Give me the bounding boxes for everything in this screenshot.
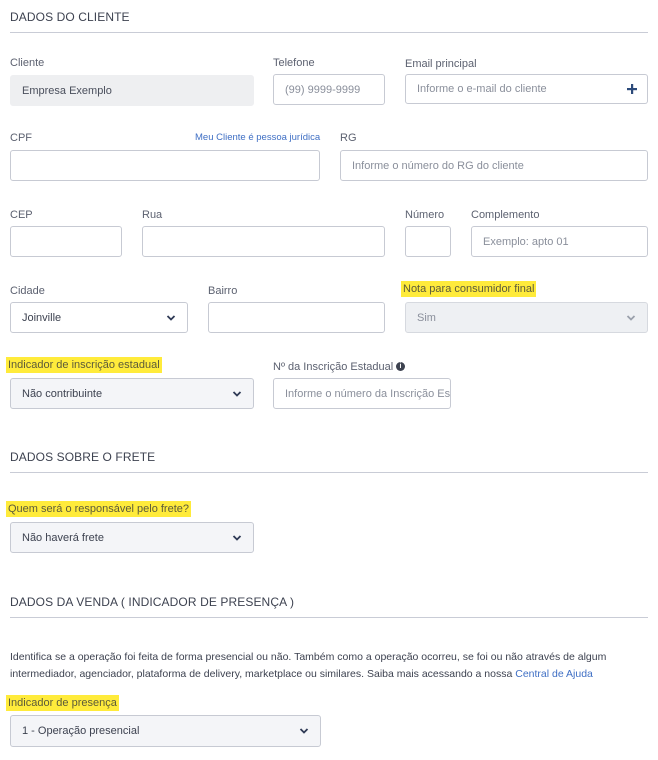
complemento-placeholder: Exemplo: apto 01 [483, 235, 569, 248]
cidade-select[interactable]: Joinville [10, 302, 188, 333]
cpf-input[interactable] [10, 150, 320, 181]
complemento-label: Complemento [471, 209, 540, 221]
chevron-down-icon [299, 728, 309, 734]
bairro-input[interactable] [208, 302, 385, 333]
chevron-down-icon [626, 315, 636, 321]
chevron-down-icon [232, 391, 242, 397]
rg-label: RG [340, 132, 357, 144]
cidade-value: Joinville [22, 311, 62, 324]
section-title-venda: DADOS DA VENDA ( INDICADOR DE PRESENÇA ) [10, 595, 295, 609]
section-divider [10, 617, 648, 618]
section-divider [10, 472, 648, 473]
venda-description: Identifica se a operação foi feita de fo… [10, 649, 648, 683]
plus-icon [626, 84, 637, 94]
nota-consumidor-label-text: Nota para consumidor final [401, 281, 537, 297]
cep-label: CEP [10, 209, 33, 221]
cpf-label: CPF [10, 132, 32, 144]
numero-label: Número [405, 209, 445, 221]
rua-input[interactable] [142, 226, 385, 257]
complemento-input[interactable]: Exemplo: apto 01 [471, 226, 648, 257]
pessoa-juridica-link[interactable]: Meu Cliente é pessoa jurídica [195, 132, 320, 143]
frete-value: Não haverá frete [22, 531, 104, 544]
frete-label: Quem será o responsável pelo frete? [6, 501, 191, 517]
chevron-down-icon [232, 535, 242, 541]
frete-label-text: Quem será o responsável pelo frete? [6, 501, 191, 517]
nota-consumidor-value: Sim [417, 311, 436, 324]
nota-consumidor-select[interactable]: Sim [405, 302, 648, 333]
telefone-label: Telefone [273, 57, 315, 69]
indicador-ie-select[interactable]: Não contribuinte [10, 378, 254, 409]
section-title-cliente: DADOS DO CLIENTE [10, 10, 130, 24]
rg-placeholder: Informe o número do RG do cliente [352, 159, 524, 172]
telefone-placeholder: (99) 9999-9999 [285, 83, 361, 96]
inscricao-estadual-input[interactable]: Informe o número da Inscrição Es [273, 378, 451, 409]
presenca-value: 1 - Operação presencial [22, 725, 140, 737]
cliente-value: Empresa Exemplo [22, 84, 112, 97]
nota-consumidor-label: Nota para consumidor final [401, 281, 537, 297]
frete-select[interactable]: Não haverá frete [10, 522, 254, 553]
email-placeholder: Informe o e-mail do cliente [417, 83, 547, 95]
presenca-label-text: Indicador de presença [6, 695, 119, 711]
cliente-label: Cliente [10, 57, 45, 69]
bairro-label: Bairro [208, 285, 238, 297]
cep-input[interactable] [10, 226, 122, 257]
section-divider [10, 32, 648, 33]
indicador-ie-label: Indicador de inscrição estadual [6, 357, 162, 373]
info-icon[interactable]: i [396, 362, 405, 371]
chevron-down-icon [166, 315, 176, 321]
inscricao-estadual-placeholder: Informe o número da Inscrição Es [285, 387, 451, 400]
indicador-ie-label-text: Indicador de inscrição estadual [6, 357, 162, 373]
telefone-input[interactable]: (99) 9999-9999 [273, 74, 385, 105]
add-email-button[interactable] [616, 74, 648, 104]
cliente-field[interactable]: Empresa Exemplo [10, 75, 254, 106]
presenca-select[interactable]: 1 - Operação presencial [10, 715, 321, 747]
central-ajuda-link[interactable]: Central de Ajuda [515, 668, 593, 680]
email-label: Email principal [405, 58, 477, 70]
email-input[interactable]: Informe o e-mail do cliente [405, 74, 617, 104]
cidade-label: Cidade [10, 285, 45, 297]
rua-label: Rua [142, 209, 163, 221]
presenca-label: Indicador de presença [6, 695, 119, 711]
section-title-frete: DADOS SOBRE O FRETE [10, 450, 156, 464]
rg-input[interactable]: Informe o número do RG do cliente [340, 150, 648, 181]
numero-input[interactable] [405, 226, 451, 257]
indicador-ie-value: Não contribuinte [22, 387, 103, 400]
inscricao-estadual-label: Nº da Inscrição Estadual [273, 361, 394, 373]
